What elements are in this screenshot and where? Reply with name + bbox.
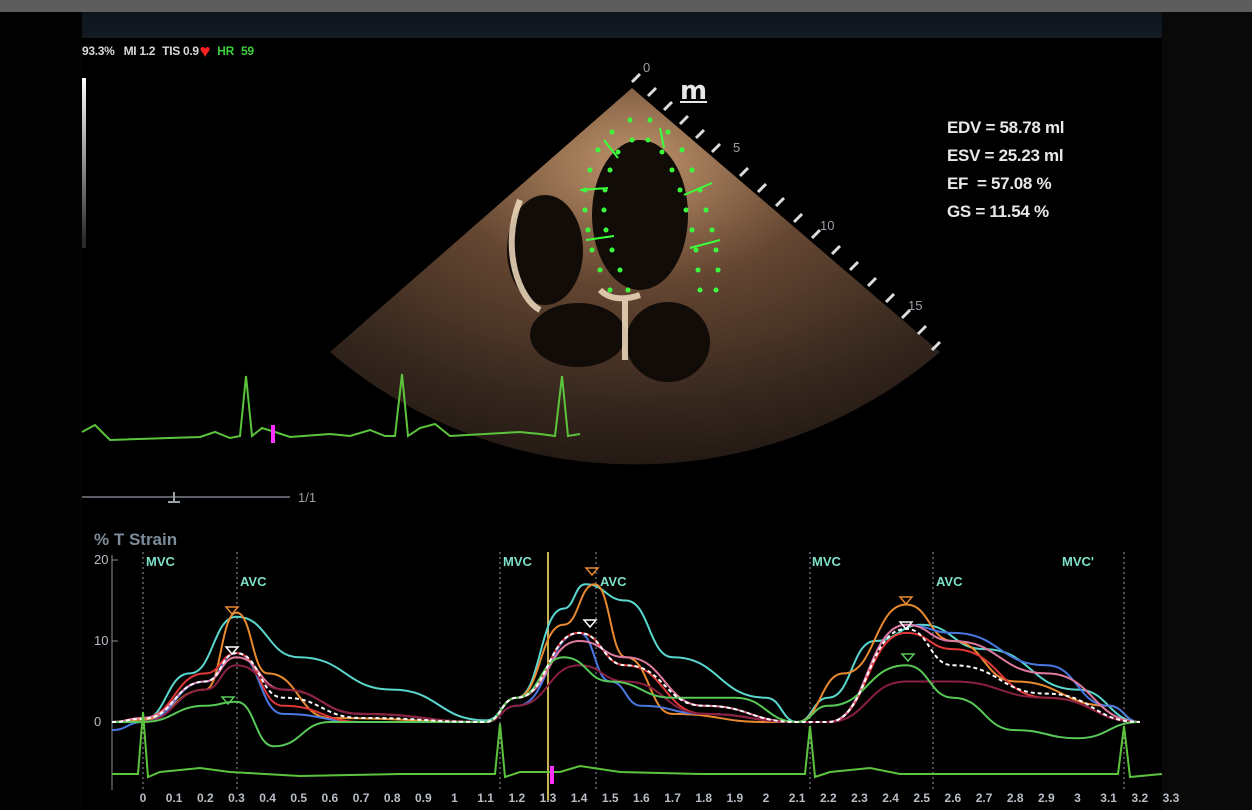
strain-series-line (111, 631, 1140, 724)
x-tick-label: 1.5 (601, 791, 619, 805)
x-tick-label: 0.2 (196, 791, 214, 805)
x-tick-label: 1 (451, 791, 458, 805)
x-tick-label: 1.3 (539, 791, 557, 805)
graph-time-marker (550, 766, 554, 784)
depth-label-0: 0 (643, 60, 651, 75)
x-tick-label: 2.3 (851, 791, 868, 805)
x-tick-label: 2.7 (975, 791, 993, 805)
y-tick-0: 0 (94, 714, 102, 729)
x-tick-label: 0.3 (228, 791, 245, 805)
x-tick-label: 0.6 (321, 791, 339, 805)
frame-counter: 1/1 (298, 490, 317, 505)
probe-orientation-marker: m (680, 76, 708, 106)
x-tick-label: 0.9 (415, 791, 432, 805)
x-tick-label: 0.7 (352, 791, 370, 805)
x-tick-label: 0.1 (165, 791, 183, 805)
x-tick-label: 1.9 (726, 791, 744, 805)
x-tick-label: 0.8 (383, 791, 401, 805)
event-mvc-3: MVC (812, 554, 841, 569)
strain-series-line (111, 583, 1140, 724)
x-tick-label: 2.4 (882, 791, 899, 805)
graph-axes (111, 555, 118, 790)
depth-label-15: 15 (908, 298, 923, 313)
x-tick-label: 3.1 (1100, 791, 1117, 805)
x-tick-label: 2.9 (1038, 791, 1055, 805)
strain-series-line (112, 656, 1140, 748)
x-tick-label: 2.6 (944, 791, 962, 805)
edv-value: EDV = 58.78 ml (947, 118, 1065, 137)
esv-value: ESV = 25.23 ml (947, 146, 1064, 165)
x-tick-label: 1.1 (477, 791, 494, 805)
event-avc-2: AVC (600, 574, 627, 589)
x-tick-label: 1.2 (508, 791, 526, 805)
strain-series-line (111, 583, 1140, 724)
ecg-position-marker (271, 425, 275, 443)
event-avc-1: AVC (240, 574, 267, 589)
x-tick-label: 2.8 (1006, 791, 1024, 805)
event-lines (142, 552, 1125, 790)
depth-label-10: 10 (820, 218, 835, 233)
strain-curves (111, 583, 1140, 748)
x-tick-label: 0.5 (290, 791, 308, 805)
x-tick-label: 2.1 (788, 791, 806, 805)
x-tick-label: 1.8 (695, 791, 713, 805)
x-tick-label: 1.6 (633, 791, 650, 805)
x-tick-label: 2.5 (913, 791, 931, 805)
volume-measurements: EDV = 58.78 ml ESV = 25.23 ml EF = 57.08… (947, 114, 1065, 226)
event-mvc-1: MVC (146, 554, 175, 569)
event-mvc-2: MVC (503, 554, 532, 569)
depth-label-5: 5 (733, 140, 741, 155)
event-avc-3: AVC (936, 574, 963, 589)
x-tick-label: 2.2 (819, 791, 837, 805)
x-tick-label: 3 (1074, 791, 1081, 805)
strain-series-line (111, 627, 1140, 724)
graph-title: % T Strain (94, 530, 178, 549)
x-tick-label: 1.4 (570, 791, 588, 805)
x-tick-label: 3.2 (1131, 791, 1149, 805)
x-tick-label: 3.3 (1162, 791, 1180, 805)
ef-value: EF = 57.08 % (947, 174, 1052, 193)
y-tick-20: 20 (94, 552, 109, 567)
gs-value: GS = 11.54 % (947, 202, 1049, 221)
event-mvc-4: MVC' (1062, 554, 1094, 569)
y-tick-10: 10 (94, 633, 109, 648)
x-tick-label: 0 (139, 791, 147, 805)
x-tick-label: 1.7 (664, 791, 681, 805)
x-tick-label: 2 (762, 791, 770, 805)
x-tick-label: 0.4 (259, 791, 276, 805)
